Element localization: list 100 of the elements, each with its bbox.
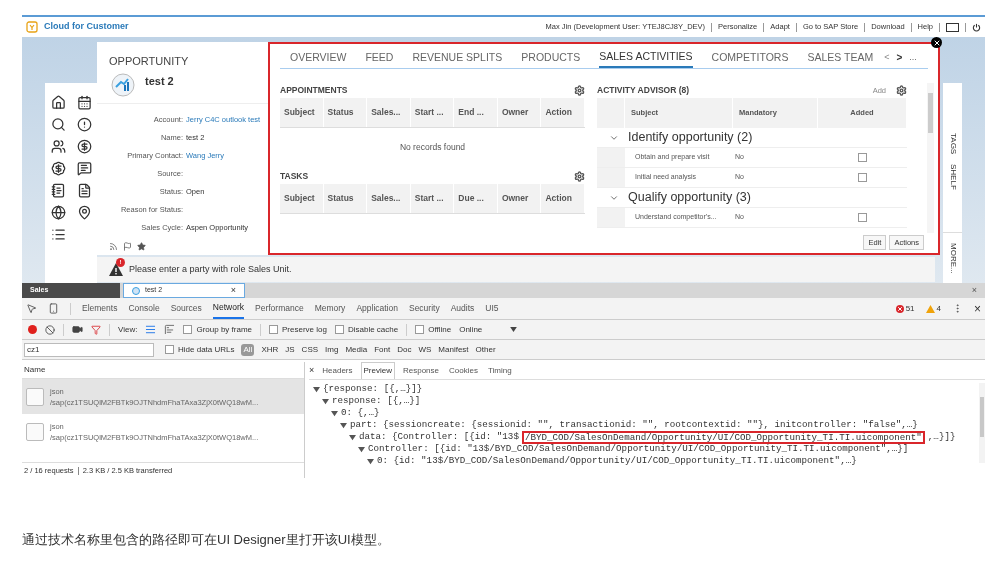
expanded-arrow-icon[interactable] [349, 433, 356, 441]
globe-icon[interactable] [50, 205, 66, 220]
settings-icon[interactable] [896, 85, 907, 96]
devtools-tab[interactable]: Sources [170, 298, 202, 319]
tab-close-button[interactable]: × [230, 283, 236, 298]
dollar-badge-icon[interactable] [50, 161, 66, 176]
list-icon[interactable] [50, 227, 66, 242]
preview-tab[interactable]: Preview [360, 362, 395, 379]
map-pin-icon[interactable] [76, 205, 92, 220]
checkbox[interactable] [858, 213, 867, 222]
filter-icon[interactable] [91, 324, 101, 335]
type-filter[interactable]: Other [475, 343, 496, 356]
column-header[interactable]: Status [323, 184, 368, 213]
waterfall-icon[interactable] [164, 324, 176, 335]
preview-tab[interactable]: Timing [485, 362, 514, 379]
checkbox[interactable] [415, 325, 425, 334]
calendar-icon[interactable] [76, 95, 92, 110]
type-filter[interactable]: Media [345, 343, 368, 356]
column-header[interactable]: Subject [280, 184, 324, 213]
column-header[interactable]: Action [541, 184, 586, 213]
star-icon[interactable] [137, 241, 146, 251]
type-filter[interactable]: Font [374, 343, 391, 356]
type-filter[interactable]: XHR [261, 343, 279, 356]
column-header[interactable]: Subject [280, 98, 324, 127]
tab[interactable]: SALES ACTIVITIES [599, 47, 693, 68]
chat-icon[interactable] [76, 161, 92, 176]
checkbox[interactable] [858, 153, 867, 162]
expanded-arrow-icon[interactable] [358, 445, 365, 453]
flag-icon[interactable] [123, 241, 132, 251]
list-view-icon[interactable] [145, 324, 157, 335]
devtools-tab[interactable]: Elements [82, 298, 118, 319]
tab[interactable]: FEED [365, 47, 394, 68]
devtools-tab[interactable]: Application [356, 298, 398, 319]
more-tabs-button[interactable]: ... [909, 50, 917, 65]
tab[interactable]: OVERVIEW [290, 47, 347, 68]
devtools-tab[interactable]: Memory [314, 298, 346, 319]
close-button[interactable]: × [974, 299, 981, 318]
camera-icon[interactable] [72, 324, 83, 335]
expanded-arrow-icon[interactable] [322, 397, 329, 405]
home-icon[interactable] [50, 95, 66, 110]
device-icon[interactable] [48, 303, 59, 314]
side-tab[interactable]: TAGS [946, 133, 959, 155]
tab[interactable]: SALES TEAM [807, 47, 874, 68]
preview-tab[interactable]: Cookies [447, 362, 480, 379]
column-header[interactable]: Sales... [367, 98, 411, 127]
next-tab-button[interactable]: > [896, 50, 903, 65]
column-header[interactable]: Owner [497, 184, 542, 213]
expanded-arrow-icon[interactable] [367, 457, 374, 465]
type-filter[interactable]: Img [325, 343, 339, 356]
close-icon[interactable] [931, 37, 942, 48]
clear-icon[interactable] [45, 324, 55, 335]
tab[interactable]: COMPETITORS [711, 47, 789, 68]
column-header[interactable]: Status [323, 98, 368, 127]
preview-tab[interactable]: Headers [320, 362, 355, 379]
column-header[interactable]: Start ... [410, 98, 455, 127]
throttle-select[interactable]: Online [459, 323, 518, 336]
checkbox[interactable] [334, 325, 344, 334]
people-icon[interactable] [50, 139, 66, 154]
column-header[interactable]: Due ... [454, 184, 498, 213]
expanded-arrow-icon[interactable] [331, 409, 338, 417]
inspect-icon[interactable] [26, 303, 37, 314]
scrollbar[interactable] [979, 383, 985, 463]
devtools-tab[interactable]: Audits [450, 298, 475, 319]
side-tab[interactable]: MORE... [946, 243, 959, 274]
rss-icon[interactable] [109, 241, 118, 251]
type-filter[interactable]: WS [418, 343, 432, 356]
devtools-tab[interactable]: Performance [255, 298, 304, 319]
column-header[interactable]: Owner [497, 98, 542, 127]
column-header[interactable]: Sales... [367, 184, 411, 213]
expanded-arrow-icon[interactable] [313, 385, 320, 393]
type-filter[interactable]: CSS [301, 343, 319, 356]
column-header[interactable]: Start ... [410, 184, 455, 213]
type-filter[interactable]: Manifest [438, 343, 469, 356]
type-filter[interactable]: JS [285, 343, 295, 356]
alert-icon[interactable] [76, 117, 92, 132]
devtools-tab[interactable]: UI5 [485, 298, 499, 319]
side-tab[interactable]: SHELF [946, 164, 959, 190]
checkbox[interactable] [269, 325, 278, 334]
type-filter[interactable]: Doc [397, 343, 412, 356]
close-button[interactable]: × [309, 363, 315, 378]
document-icon[interactable] [76, 183, 92, 198]
filter-field[interactable]: cz1 [24, 342, 154, 357]
devtools-tab[interactable]: Security [408, 298, 440, 319]
checkbox[interactable] [165, 345, 174, 354]
column-header[interactable]: End ... [454, 98, 498, 127]
expanded-arrow-icon[interactable] [340, 421, 347, 429]
preview-tab[interactable]: Response [400, 362, 441, 379]
power-icon[interactable] [972, 22, 981, 32]
close-button[interactable]: × [971, 283, 985, 298]
column-header[interactable]: Action [541, 98, 586, 127]
checkbox[interactable] [183, 325, 193, 334]
search-icon[interactable] [50, 117, 66, 132]
previous-tab-button[interactable]: < [884, 50, 890, 65]
settings-icon[interactable] [574, 171, 585, 182]
column-header[interactable]: Name [24, 364, 46, 376]
devtools-tab[interactable]: Console [128, 298, 160, 319]
record-icon[interactable] [28, 325, 37, 334]
coin-icon[interactable] [76, 139, 92, 154]
window-icon[interactable] [946, 22, 959, 32]
checkbox[interactable] [858, 173, 867, 182]
